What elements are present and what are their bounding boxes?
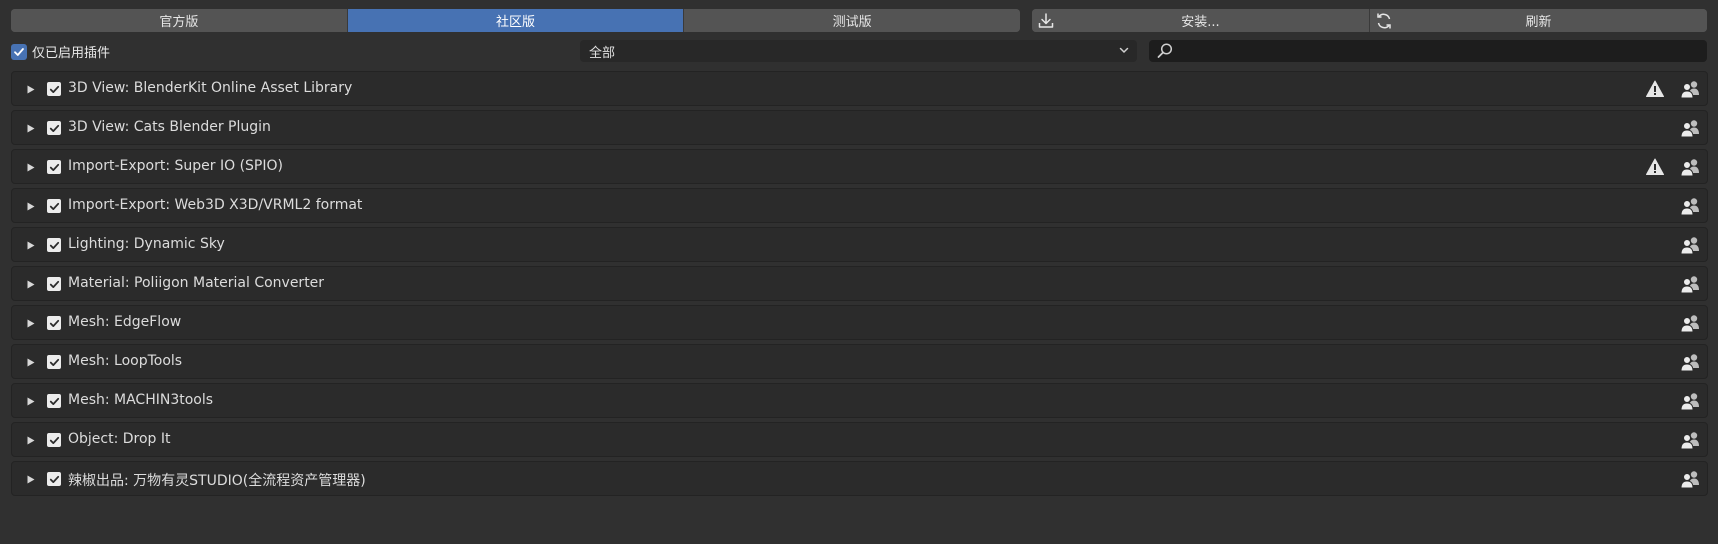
addon-enable-checkbox[interactable]	[47, 394, 61, 408]
check-icon	[49, 202, 59, 210]
refresh-label: 刷新	[1525, 15, 1552, 30]
check-icon	[49, 163, 59, 171]
addon-name: Mesh: LoopTools	[68, 353, 183, 369]
addon-support-tabs: 官方版 社区版 测试版	[11, 9, 1020, 32]
check-icon	[49, 319, 59, 327]
community-user-icon	[1679, 196, 1701, 216]
check-icon	[49, 358, 59, 366]
expand-triangle-icon[interactable]	[26, 473, 36, 485]
download-icon	[1036, 11, 1056, 31]
community-user-icon	[1679, 79, 1701, 99]
tab-community[interactable]: 社区版	[347, 9, 685, 32]
addon-enable-checkbox[interactable]	[47, 199, 61, 213]
community-user-icon	[1679, 430, 1701, 450]
expand-triangle-icon[interactable]	[26, 200, 36, 212]
enabled-only-label: 仅已启用插件	[32, 46, 111, 61]
check-icon	[49, 241, 59, 249]
category-dropdown[interactable]: 全部	[580, 40, 1137, 62]
addon-enable-checkbox[interactable]	[47, 472, 61, 486]
addon-name: 辣椒出品: 万物有灵STUDIO(全流程资产管理器)	[68, 473, 366, 489]
addon-name: Lighting: Dynamic Sky	[68, 236, 225, 252]
addon-row: Mesh: LoopTools	[11, 344, 1708, 379]
addon-name: Mesh: EdgeFlow	[68, 314, 182, 330]
enabled-only-toggle[interactable]: 仅已启用插件	[11, 42, 110, 61]
addon-row: Mesh: MACHIN3tools	[11, 383, 1708, 418]
addon-actions: 安装... 刷新	[1032, 9, 1707, 32]
check-icon	[49, 280, 59, 288]
expand-triangle-icon[interactable]	[26, 434, 36, 446]
category-value: 全部	[589, 45, 616, 61]
addon-row: Import-Export: Web3D X3D/VRML2 format	[11, 188, 1708, 223]
expand-triangle-icon[interactable]	[26, 395, 36, 407]
install-button[interactable]: 安装...	[1032, 9, 1370, 32]
community-user-icon	[1679, 469, 1701, 489]
community-user-icon	[1679, 157, 1701, 177]
addon-row: Object: Drop It	[11, 422, 1708, 457]
expand-triangle-icon[interactable]	[26, 278, 36, 290]
addon-row: 3D View: BlenderKit Online Asset Library	[11, 71, 1708, 106]
check-icon	[49, 85, 59, 93]
warning-icon	[1645, 79, 1665, 99]
addon-row: Mesh: EdgeFlow	[11, 305, 1708, 340]
community-user-icon	[1679, 235, 1701, 255]
addon-row: 辣椒出品: 万物有灵STUDIO(全流程资产管理器)	[11, 461, 1708, 496]
addon-enable-checkbox[interactable]	[47, 160, 61, 174]
refresh-button[interactable]: 刷新	[1370, 9, 1707, 32]
addon-list: 3D View: BlenderKit Online Asset Library	[11, 71, 1708, 500]
addon-name: Mesh: MACHIN3tools	[68, 392, 214, 408]
warning-icon	[1645, 157, 1665, 177]
addon-enable-checkbox[interactable]	[47, 82, 61, 96]
addon-name: Object: Drop It	[68, 431, 171, 447]
refresh-icon	[1374, 11, 1394, 31]
expand-triangle-icon[interactable]	[26, 83, 36, 95]
addons-preferences: 官方版 社区版 测试版 安装... 刷新 仅已启用插件 全部 3D View: …	[0, 0, 1718, 544]
check-icon	[49, 436, 59, 444]
check-icon	[49, 124, 59, 132]
check-icon	[14, 47, 24, 56]
enabled-only-checkbox[interactable]	[11, 43, 27, 60]
addon-row: Import-Export: Super IO (SPIO)	[11, 149, 1708, 184]
addon-row: Lighting: Dynamic Sky	[11, 227, 1708, 262]
addon-enable-checkbox[interactable]	[47, 433, 61, 447]
search-input[interactable]	[1149, 40, 1707, 62]
check-icon	[49, 475, 59, 483]
expand-triangle-icon[interactable]	[26, 239, 36, 251]
addon-name: Import-Export: Super IO (SPIO)	[68, 158, 283, 174]
community-user-icon	[1679, 118, 1701, 138]
community-user-icon	[1679, 313, 1701, 333]
tab-testing[interactable]: 测试版	[684, 9, 1020, 32]
addon-name: 3D View: Cats Blender Plugin	[68, 119, 271, 135]
search-icon	[1156, 42, 1174, 64]
addon-enable-checkbox[interactable]	[47, 121, 61, 135]
expand-triangle-icon[interactable]	[26, 161, 36, 173]
install-label: 安装...	[1181, 15, 1220, 30]
tab-official[interactable]: 官方版	[11, 9, 348, 32]
community-user-icon	[1679, 352, 1701, 372]
expand-triangle-icon[interactable]	[26, 122, 36, 134]
addon-enable-checkbox[interactable]	[47, 316, 61, 330]
community-user-icon	[1679, 391, 1701, 411]
expand-triangle-icon[interactable]	[26, 356, 36, 368]
addon-row: 3D View: Cats Blender Plugin	[11, 110, 1708, 145]
addon-enable-checkbox[interactable]	[47, 238, 61, 252]
chevron-down-icon	[1117, 43, 1131, 61]
addon-name: 3D View: BlenderKit Online Asset Library	[68, 80, 353, 96]
expand-triangle-icon[interactable]	[26, 317, 36, 329]
addon-enable-checkbox[interactable]	[47, 355, 61, 369]
check-icon	[49, 397, 59, 405]
community-user-icon	[1679, 274, 1701, 294]
addon-row: Material: Poliigon Material Converter	[11, 266, 1708, 301]
addon-name: Material: Poliigon Material Converter	[68, 275, 325, 291]
addon-enable-checkbox[interactable]	[47, 277, 61, 291]
addon-name: Import-Export: Web3D X3D/VRML2 format	[68, 197, 363, 213]
